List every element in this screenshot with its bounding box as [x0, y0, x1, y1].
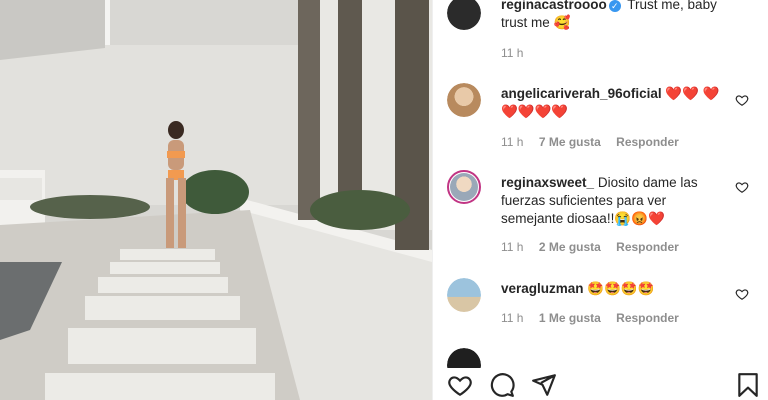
comment-avatar[interactable]: [447, 83, 481, 117]
photo-scene: [0, 0, 432, 400]
comment-avatar[interactable]: [447, 170, 481, 204]
comments-panel: reginacastroooo ✓ Trust me, baby trust me…: [432, 0, 768, 400]
comment-time[interactable]: 11 h: [501, 135, 523, 149]
heart-outline-icon[interactable]: [447, 372, 473, 398]
comment-meta: 11 h 2 Me gusta Responder: [501, 240, 691, 254]
comment-likes[interactable]: 2 Me gusta: [539, 240, 601, 254]
reply-button[interactable]: Responder: [616, 240, 679, 254]
comment-meta: 11 h 7 Me gusta Responder: [501, 135, 691, 149]
comments-list[interactable]: reginacastroooo ✓ Trust me, baby trust me…: [433, 0, 768, 368]
caption-meta: 11 h: [501, 46, 535, 60]
author-avatar[interactable]: [447, 0, 481, 30]
caption-time[interactable]: 11 h: [501, 46, 523, 60]
comment-username[interactable]: reginaxsweet_: [501, 175, 594, 190]
comment-likes[interactable]: 7 Me gusta: [539, 135, 601, 149]
comment-like-heart-icon[interactable]: [735, 93, 749, 107]
comment-text: 🤩🤩🤩🤩: [587, 281, 655, 296]
comment-time[interactable]: 11 h: [501, 240, 523, 254]
comment-like-heart-icon[interactable]: [735, 287, 749, 301]
post-photo[interactable]: [0, 0, 432, 400]
comment-like-heart-icon[interactable]: [735, 180, 749, 194]
author-username[interactable]: reginacastroooo: [501, 0, 607, 12]
comment-meta: 11 h 1 Me gusta Responder: [501, 311, 691, 325]
comment-username[interactable]: veragluzman: [501, 281, 584, 296]
comment-item: veragluzman 🤩🤩🤩🤩: [501, 280, 731, 298]
paper-plane-icon[interactable]: [531, 372, 557, 398]
comment-avatar[interactable]: [447, 278, 481, 312]
post-action-bar: [433, 368, 768, 400]
speech-bubble-icon[interactable]: [489, 372, 515, 398]
comment-time[interactable]: 11 h: [501, 311, 523, 325]
comment-likes[interactable]: 1 Me gusta: [539, 311, 601, 325]
reply-button[interactable]: Responder: [616, 311, 679, 325]
comment-username[interactable]: angelicariverah_96oficial: [501, 86, 662, 101]
reply-button[interactable]: Responder: [616, 135, 679, 149]
comment-item: angelicariverah_96oficial ❤️❤️ ❤️❤️❤️❤️❤…: [501, 85, 731, 121]
comment-avatar[interactable]: [447, 348, 481, 368]
post-caption: reginacastroooo ✓ Trust me, baby trust me…: [501, 0, 731, 32]
verified-badge-icon: ✓: [608, 0, 621, 12]
comment-item: reginaxsweet_ Diosito dame las fuerzas s…: [501, 174, 731, 228]
bookmark-icon[interactable]: [735, 372, 761, 398]
